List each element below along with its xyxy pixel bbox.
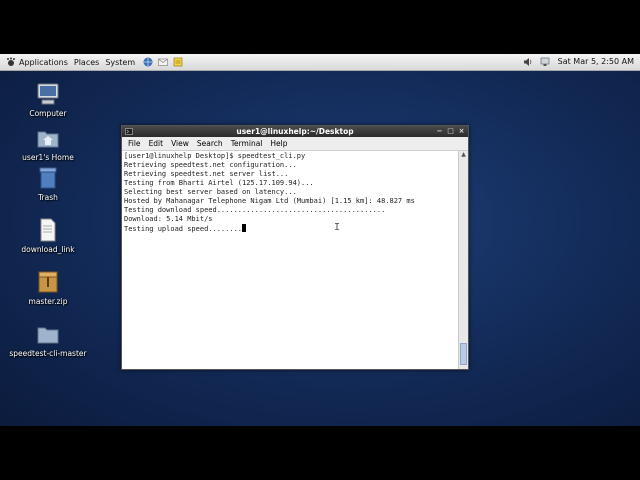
terminal-titlebar[interactable]: user1@linuxhelp:~/Desktop − □ × bbox=[122, 126, 468, 137]
menu-help[interactable]: Help bbox=[270, 139, 287, 148]
terminal-window[interactable]: user1@linuxhelp:~/Desktop − □ × File Edi… bbox=[121, 125, 469, 370]
folder-icon bbox=[36, 322, 60, 346]
network-icon[interactable] bbox=[540, 57, 550, 67]
terminal-line: Testing from Bharti Airtel (125.17.109.9… bbox=[124, 179, 314, 187]
desktop-icon-download-link[interactable]: download_link bbox=[8, 218, 88, 254]
terminal-line: Testing download speed..................… bbox=[124, 206, 386, 214]
foot-logo-icon bbox=[7, 57, 15, 66]
browser-icon[interactable] bbox=[143, 57, 153, 67]
system-menu[interactable]: System bbox=[105, 58, 135, 67]
ibeam-cursor-icon: I bbox=[334, 222, 341, 233]
terminal-current-line: Testing upload speed........ bbox=[124, 224, 459, 234]
terminal-title: user1@linuxhelp:~/Desktop bbox=[236, 127, 354, 136]
volume-icon[interactable] bbox=[523, 57, 533, 67]
letterbox-bottom bbox=[0, 426, 640, 480]
scroll-up-arrow-icon[interactable]: ▲ bbox=[460, 152, 467, 158]
scrollbar-thumb[interactable] bbox=[460, 343, 467, 365]
desktop-icon-label: Computer bbox=[29, 109, 67, 118]
terminal-menubar: File Edit View Search Terminal Help bbox=[122, 137, 468, 151]
text-cursor bbox=[242, 224, 247, 232]
mail-icon[interactable] bbox=[158, 57, 168, 67]
menu-terminal[interactable]: Terminal bbox=[231, 139, 263, 148]
archive-icon bbox=[36, 270, 60, 294]
home-folder-icon bbox=[36, 126, 60, 150]
desktop-icon-label: speedtest-cli-master bbox=[9, 349, 87, 358]
menu-search[interactable]: Search bbox=[197, 139, 223, 148]
menu-edit[interactable]: Edit bbox=[149, 139, 164, 148]
maximize-button[interactable]: □ bbox=[446, 127, 455, 136]
text-file-icon bbox=[36, 218, 60, 242]
terminal-scrollbar[interactable]: ▲ bbox=[458, 151, 468, 369]
terminal-line: Testing upload speed........ bbox=[124, 225, 243, 233]
terminal-app-icon bbox=[125, 128, 133, 135]
maximize-icon: □ bbox=[447, 127, 454, 135]
desktop-icon-master-zip[interactable]: master.zip bbox=[8, 270, 88, 306]
minimize-button[interactable]: − bbox=[435, 127, 444, 136]
computer-icon bbox=[36, 82, 60, 106]
terminal-line: Retrieving speedtest.net server list... bbox=[124, 170, 289, 178]
close-button[interactable]: × bbox=[457, 127, 466, 136]
minimize-icon: − bbox=[436, 127, 443, 135]
places-menu[interactable]: Places bbox=[74, 58, 99, 67]
menu-view[interactable]: View bbox=[171, 139, 189, 148]
terminal-output[interactable]: [user1@linuxhelp Desktop]$ speedtest_cli… bbox=[123, 151, 460, 370]
desktop-icon-speedtest-folder[interactable]: speedtest-cli-master bbox=[8, 322, 88, 358]
terminal-line: Retrieving speedtest.net configuration..… bbox=[124, 161, 297, 169]
terminal-line: [user1@linuxhelp Desktop]$ speedtest_cli… bbox=[124, 152, 306, 160]
terminal-line: Selecting best server based on latency..… bbox=[124, 188, 297, 196]
trash-icon bbox=[36, 166, 60, 190]
system-menu-label: System bbox=[105, 57, 136, 67]
clock[interactable]: Sat Mar 5, 2:50 AM bbox=[558, 57, 634, 66]
terminal-line: Hosted by Mahanagar Telephone Nigam Ltd … bbox=[124, 197, 415, 205]
desktop-icon-home[interactable]: user1's Home bbox=[8, 126, 88, 162]
applications-menu[interactable]: Applications bbox=[6, 57, 68, 67]
notes-icon[interactable] bbox=[173, 57, 183, 67]
letterbox-top bbox=[0, 0, 640, 54]
top-panel: Applications Places System Sat Mar 5, 2:… bbox=[0, 54, 640, 71]
desktop-icon-label: download_link bbox=[21, 245, 75, 254]
desktop-icon-computer[interactable]: Computer bbox=[8, 82, 88, 118]
desktop-icon-trash[interactable]: Trash bbox=[8, 166, 88, 202]
terminal-line: Download: 5.14 Mbit/s bbox=[124, 215, 213, 223]
menu-file[interactable]: File bbox=[128, 139, 141, 148]
desktop-icon-label: Trash bbox=[38, 193, 58, 202]
desktop-icon-label: user1's Home bbox=[22, 153, 74, 162]
desktop-icon-label: master.zip bbox=[28, 297, 68, 306]
places-menu-label: Places bbox=[73, 57, 100, 67]
close-icon: × bbox=[458, 127, 465, 135]
applications-menu-label: Applications bbox=[19, 57, 68, 67]
